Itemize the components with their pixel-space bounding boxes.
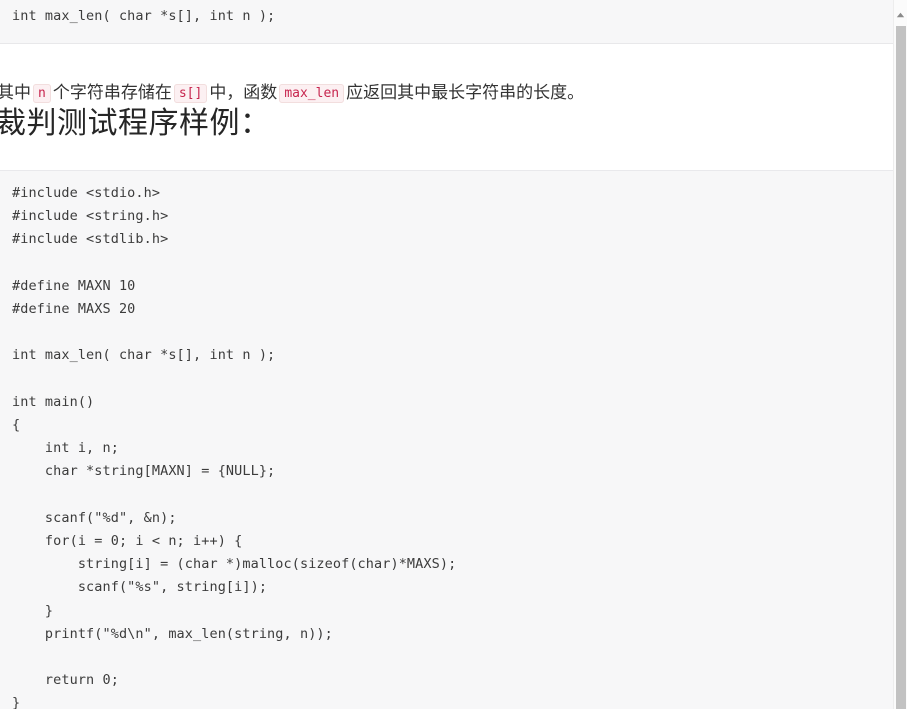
- scroll-up-arrow-icon[interactable]: [894, 8, 907, 22]
- code-block-function-prototype: int max_len( char *s[], int n );: [0, 0, 907, 44]
- inline-code-n: n: [33, 84, 51, 103]
- section-heading: 裁判测试程序样例：: [0, 107, 271, 140]
- code-block-judge-program-text: #include <stdio.h> #include <string.h> #…: [12, 185, 457, 709]
- paragraph-segment-3: 中，函数: [209, 83, 278, 102]
- paragraph-segment-2: 个字符串存储在: [52, 83, 172, 102]
- paragraph-segment-4: 应返回其中最长字符串的长度。: [346, 83, 585, 102]
- paragraph-segment-1: 其中: [0, 83, 31, 102]
- scroll-thumb[interactable]: [896, 26, 906, 709]
- code-block-judge-program: #include <stdio.h> #include <string.h> #…: [0, 170, 893, 709]
- inline-code-s-array: s[]: [173, 84, 208, 103]
- vertical-scrollbar[interactable]: [893, 0, 907, 709]
- code-block-function-prototype-text: int max_len( char *s[], int n );: [12, 8, 276, 24]
- inline-code-max-len: max_len: [279, 84, 345, 103]
- document-page: int max_len( char *s[], int n ); 其中 n 个字符串…: [0, 0, 907, 709]
